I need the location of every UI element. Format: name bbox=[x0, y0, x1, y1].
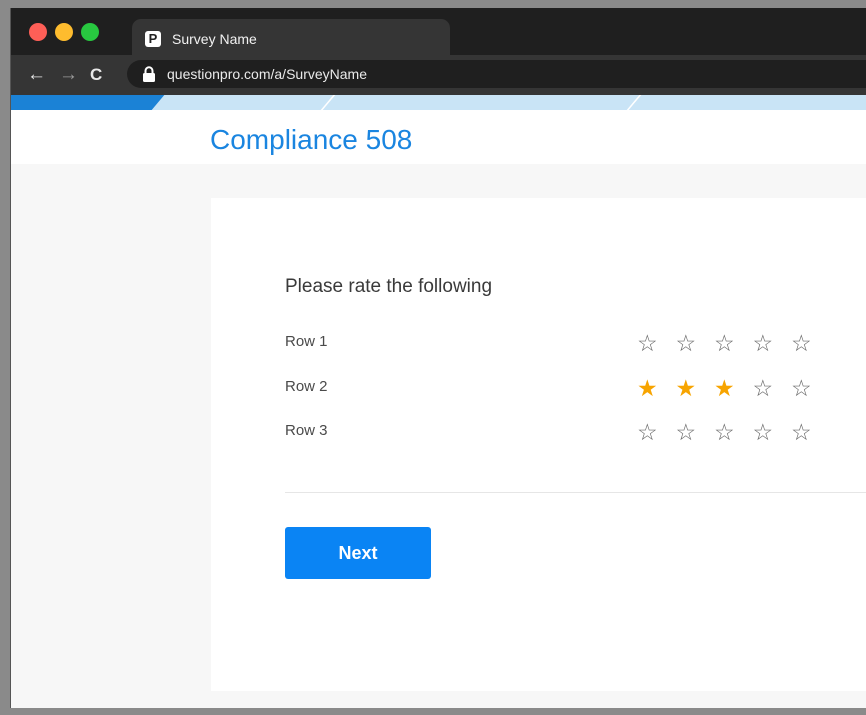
star-empty-icon[interactable]: ☆ bbox=[676, 419, 715, 445]
star-empty-icon[interactable]: ☆ bbox=[791, 330, 830, 356]
next-button[interactable]: Next bbox=[285, 527, 431, 579]
rating-row: Row 3 ☆ ☆ ☆ ☆ ☆ bbox=[285, 419, 866, 445]
minimize-window-button[interactable] bbox=[55, 23, 73, 41]
question-card: Please rate the following Row 1 ☆ ☆ ☆ ☆ ☆ Ro… bbox=[211, 198, 866, 691]
star-empty-icon[interactable]: ☆ bbox=[753, 330, 792, 356]
lock-icon bbox=[143, 66, 155, 82]
url-text: questionpro.com/a/SurveyName bbox=[167, 66, 367, 82]
row-label: Row 3 bbox=[285, 422, 328, 439]
row-label: Row 1 bbox=[285, 333, 328, 350]
star-empty-icon[interactable]: ☆ bbox=[791, 375, 830, 401]
forward-icon[interactable]: → bbox=[59, 64, 78, 86]
back-icon[interactable]: ← bbox=[27, 64, 46, 86]
reload-icon[interactable]: C bbox=[90, 64, 102, 86]
star-empty-icon[interactable]: ☆ bbox=[753, 375, 792, 401]
star-empty-icon[interactable]: ☆ bbox=[714, 419, 753, 445]
star-empty-icon[interactable]: ☆ bbox=[637, 330, 676, 356]
question-text: Please rate the following bbox=[285, 276, 493, 297]
progress-divider bbox=[320, 95, 336, 110]
address-bar[interactable]: questionpro.com/a/SurveyName bbox=[127, 60, 866, 88]
close-window-button[interactable] bbox=[29, 23, 47, 41]
star-rating: ★ ★ ★ ☆ ☆ bbox=[637, 375, 830, 401]
tab-strip: P Survey Name bbox=[11, 8, 866, 55]
survey-header: Compliance 508 bbox=[11, 110, 866, 164]
star-empty-icon[interactable]: ☆ bbox=[637, 419, 676, 445]
star-empty-icon[interactable]: ☆ bbox=[791, 419, 830, 445]
star-empty-icon[interactable]: ☆ bbox=[714, 330, 753, 356]
star-filled-icon[interactable]: ★ bbox=[637, 375, 676, 401]
favicon-icon: P bbox=[145, 31, 161, 47]
star-empty-icon[interactable]: ☆ bbox=[753, 419, 792, 445]
progress-divider bbox=[626, 95, 642, 110]
maximize-window-button[interactable] bbox=[81, 23, 99, 41]
divider bbox=[285, 492, 866, 493]
progress-bar bbox=[11, 95, 866, 110]
star-empty-icon[interactable]: ☆ bbox=[676, 330, 715, 356]
row-label: Row 2 bbox=[285, 378, 328, 395]
progress-fill bbox=[11, 95, 148, 110]
star-filled-icon[interactable]: ★ bbox=[676, 375, 715, 401]
star-filled-icon[interactable]: ★ bbox=[714, 375, 753, 401]
star-rating: ☆ ☆ ☆ ☆ ☆ bbox=[637, 330, 830, 356]
star-rating: ☆ ☆ ☆ ☆ ☆ bbox=[637, 419, 830, 445]
browser-toolbar: ← → C questionpro.com/a/SurveyName bbox=[11, 55, 866, 95]
rating-row: Row 2 ★ ★ ★ ☆ ☆ bbox=[285, 375, 866, 401]
page-title: Compliance 508 bbox=[210, 124, 413, 155]
browser-window: P Survey Name ← → C questionpro.com/a/Su… bbox=[10, 8, 866, 708]
rating-row: Row 1 ☆ ☆ ☆ ☆ ☆ bbox=[285, 330, 866, 356]
tab-survey[interactable]: P Survey Name bbox=[132, 19, 450, 55]
tab-title: Survey Name bbox=[172, 31, 257, 47]
